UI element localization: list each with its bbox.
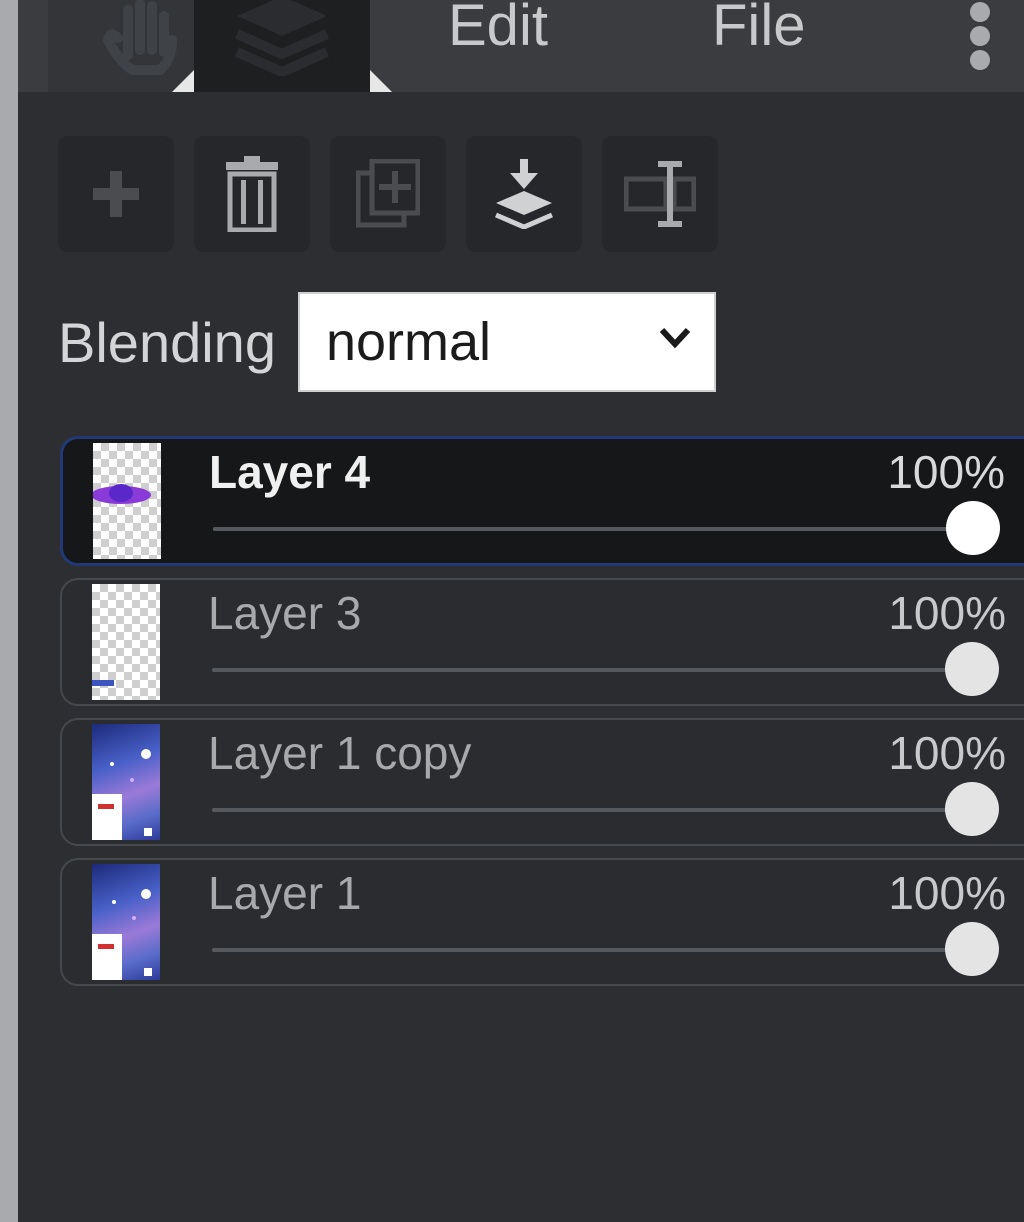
trash-icon <box>226 156 278 232</box>
tab-layers[interactable] <box>194 0 370 92</box>
hand-icon <box>102 0 177 75</box>
plus-icon <box>93 171 139 217</box>
opacity-slider-thumb[interactable] <box>945 782 999 836</box>
opacity-slider-thumb[interactable] <box>946 501 1000 555</box>
duplicate-icon <box>356 159 420 228</box>
tab-hand[interactable] <box>48 0 198 92</box>
blending-value: normal <box>325 312 492 372</box>
opacity-slider-fill <box>212 668 972 672</box>
layer-thumbnail <box>92 724 160 840</box>
layers-panel: Blending normal Layer 4 100% Layer 3 100… <box>18 92 1024 1222</box>
layer-row[interactable]: Layer 4 100% <box>60 436 1024 566</box>
layer-thumbnail <box>93 443 161 559</box>
layer-toolbar <box>58 136 718 252</box>
merge-down-icon <box>495 159 553 229</box>
opacity-slider-thumb[interactable] <box>945 642 999 696</box>
layer-thumbnail <box>92 584 160 700</box>
opacity-slider-fill <box>212 808 972 812</box>
layer-row[interactable]: Layer 1 100% <box>60 858 1024 986</box>
opacity-slider[interactable] <box>212 782 999 836</box>
layer-row[interactable]: Layer 1 copy 100% <box>60 718 1024 846</box>
opacity-slider[interactable] <box>212 922 999 976</box>
add-layer-button[interactable] <box>58 136 174 252</box>
layer-list: Layer 4 100% Layer 3 100% Layer 1 copy 1… <box>60 436 1024 998</box>
blending-select[interactable]: normal <box>297 292 716 392</box>
layer-name[interactable]: Layer 1 <box>208 866 361 920</box>
opacity-slider-fill <box>213 527 973 531</box>
layer-opacity-value: 100% <box>888 727 1006 779</box>
layers-panel-screen: Edit File Blending normal Layer 4 100% L… <box>0 0 1024 1222</box>
menu-file[interactable]: File <box>712 0 805 58</box>
opacity-slider-fill <box>212 948 972 952</box>
chevron-down-icon <box>659 327 691 349</box>
layer-name[interactable]: Layer 1 copy <box>208 726 471 780</box>
blending-label: Blending <box>58 310 276 374</box>
opacity-slider-thumb[interactable] <box>945 922 999 976</box>
opacity-slider[interactable] <box>212 642 999 696</box>
layers-icon <box>234 0 330 76</box>
rename-icon <box>624 161 696 227</box>
delete-layer-button[interactable] <box>194 136 310 252</box>
duplicate-layer-button[interactable] <box>330 136 446 252</box>
layer-name[interactable]: Layer 4 <box>209 445 370 499</box>
merge-down-button[interactable] <box>466 136 582 252</box>
layer-row[interactable]: Layer 3 100% <box>60 578 1024 706</box>
rename-layer-button[interactable] <box>602 136 718 252</box>
canvas-edge <box>0 0 18 1222</box>
kebab-menu-icon[interactable] <box>970 2 994 72</box>
layer-opacity-value: 100% <box>888 867 1006 919</box>
top-tab-bar: Edit File <box>18 0 1024 92</box>
layer-opacity-value: 100% <box>888 587 1006 639</box>
blending-row: Blending normal <box>58 292 716 392</box>
layer-name[interactable]: Layer 3 <box>208 586 361 640</box>
layer-thumbnail <box>92 864 160 980</box>
layer-opacity-value: 100% <box>887 446 1005 498</box>
menu-edit[interactable]: Edit <box>448 0 548 58</box>
opacity-slider[interactable] <box>213 501 1000 555</box>
